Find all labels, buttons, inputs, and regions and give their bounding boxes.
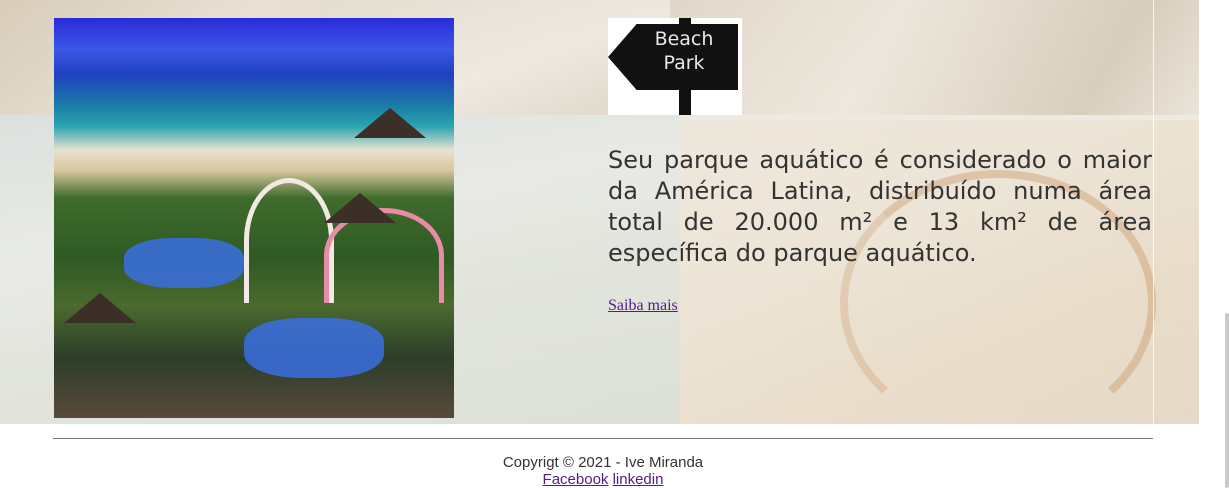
- footer: Copyrigt © 2021 - Ive Miranda Facebook l…: [53, 454, 1153, 488]
- social-links: Facebook linkedin: [53, 471, 1153, 488]
- scrollbar[interactable]: [1199, 0, 1229, 488]
- linkedin-link[interactable]: linkedin: [613, 471, 664, 488]
- footer-divider: [53, 438, 1153, 439]
- saiba-mais-link[interactable]: Saiba mais: [608, 297, 678, 315]
- sign-label-line: Park: [663, 52, 705, 74]
- beach-park-sign-logo: Beach Park: [608, 18, 742, 115]
- sign-label: Beach Park: [630, 27, 738, 75]
- scrollbar-thumb[interactable]: [1225, 313, 1229, 488]
- background-frame-line: [1153, 0, 1154, 424]
- water-park-photo: [54, 18, 454, 418]
- photo-roof: [354, 108, 426, 138]
- facebook-link[interactable]: Facebook: [543, 471, 609, 488]
- photo-pool: [124, 238, 244, 288]
- photo-slide: [244, 178, 334, 303]
- sign-label-line: Beach: [654, 28, 714, 50]
- park-description: Seu parque aquático é considerado o maio…: [608, 146, 1152, 267]
- background-tile: [670, 0, 1199, 115]
- photo-pool: [244, 318, 384, 378]
- photo-roof: [324, 193, 396, 223]
- copyright-text: Copyrigt © 2021 - Ive Miranda: [502, 454, 704, 471]
- photo-roof: [64, 293, 136, 323]
